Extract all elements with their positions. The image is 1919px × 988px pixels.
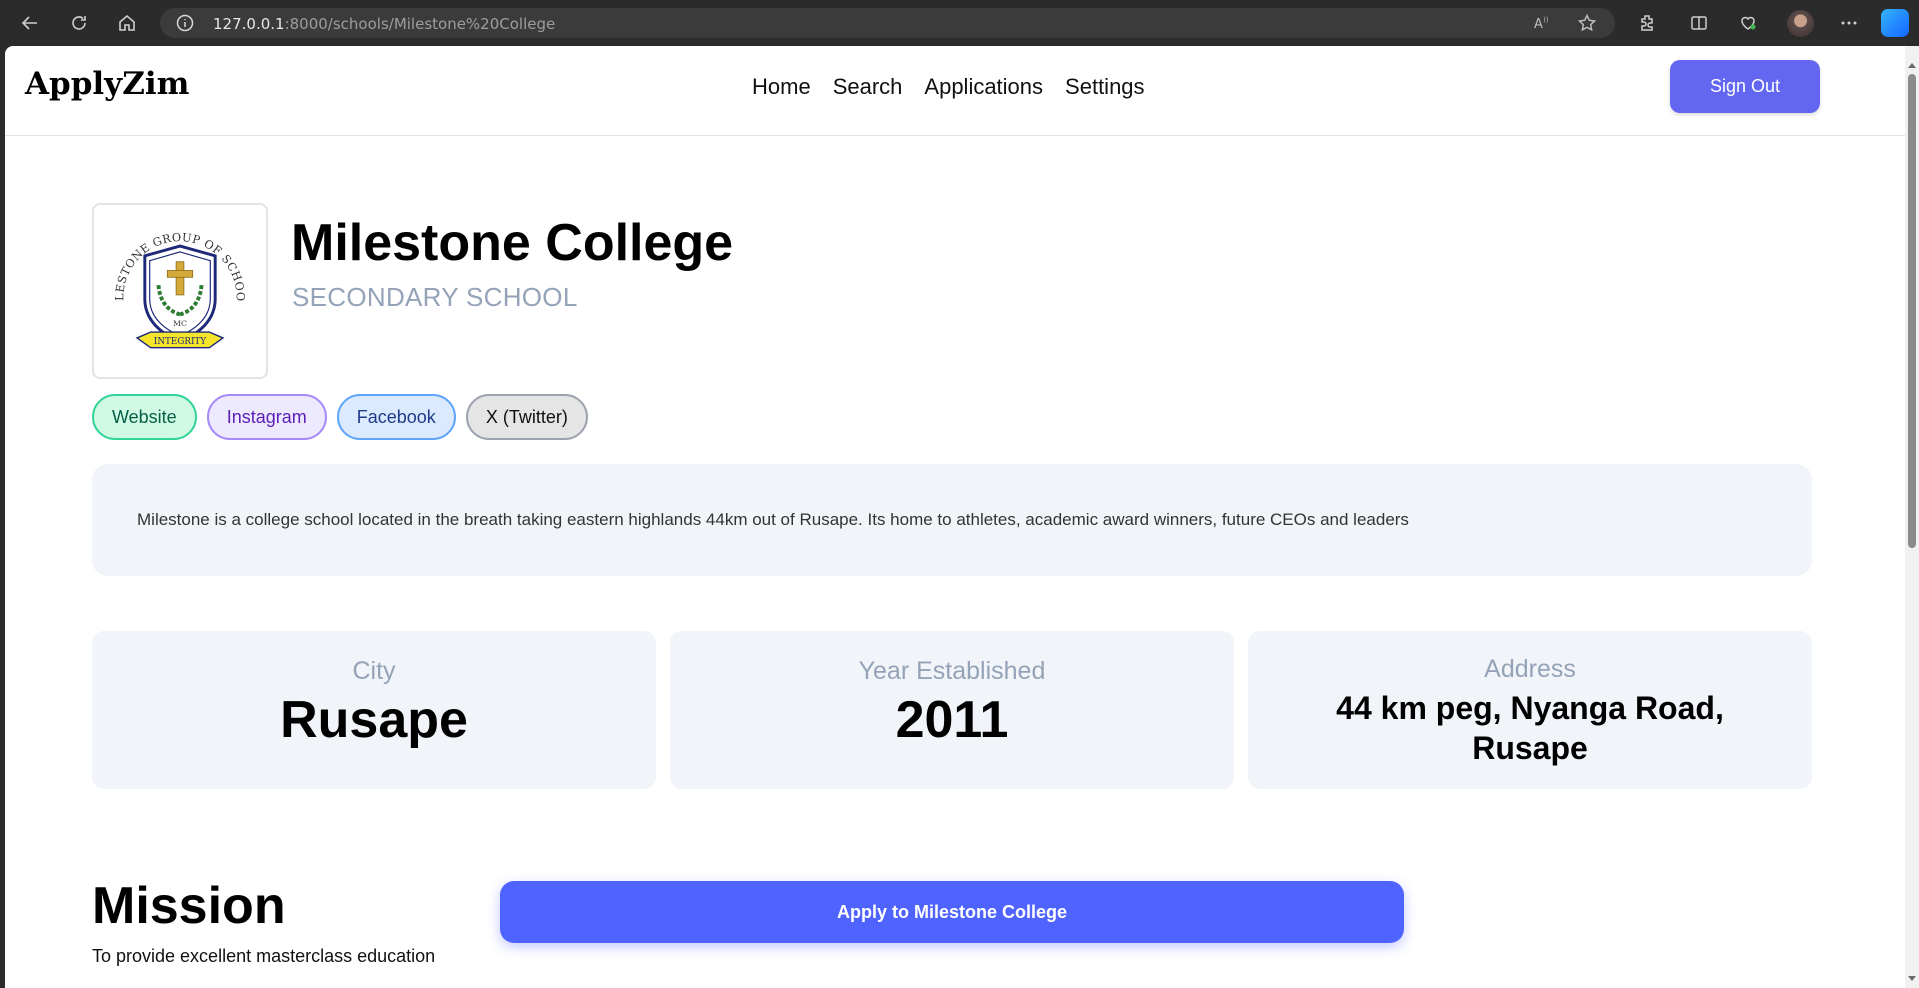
refresh-icon[interactable]: [64, 8, 94, 38]
mission-heading: Mission: [92, 877, 286, 935]
logo-motto: INTEGRITY: [154, 337, 206, 347]
scroll-up-arrow[interactable]: [1908, 63, 1916, 68]
copilot-icon[interactable]: [1881, 9, 1909, 37]
home-icon[interactable]: [112, 8, 142, 38]
instagram-link[interactable]: Instagram: [206, 394, 327, 440]
school-logo: MILESTONE GROUP OF SCHOOLS MC INTEGRITY: [88, 195, 268, 379]
info-icon[interactable]: [175, 13, 195, 33]
nav-search[interactable]: Search: [833, 74, 903, 100]
school-name: Milestone College: [291, 214, 734, 272]
nav-settings[interactable]: Settings: [1065, 74, 1145, 100]
extensions-icon[interactable]: [1632, 8, 1662, 38]
address-line-2: Rusape: [1472, 730, 1588, 766]
address-label: Address: [1484, 655, 1576, 683]
apply-button[interactable]: Apply to Milestone College: [500, 881, 1404, 943]
city-label: City: [352, 657, 396, 685]
page-scrollbar[interactable]: [1905, 46, 1919, 988]
website-link[interactable]: Website: [92, 394, 197, 440]
sign-out-button[interactable]: Sign Out: [1670, 60, 1820, 113]
city-value: Rusape: [280, 691, 468, 749]
site-navbar: ApplyZim Home Search Applications Settin…: [5, 46, 1905, 136]
nav-links: Home Search Applications Settings: [752, 74, 1145, 100]
year-value: 2011: [895, 691, 1009, 749]
twitter-link[interactable]: X (Twitter): [465, 394, 588, 440]
year-card: Year Established 2011: [670, 631, 1234, 789]
mission-text: To provide excellent masterclass educati…: [92, 946, 436, 966]
logo-initials: MC: [173, 319, 187, 328]
info-cards: City Rusape Year Established 2011 Addres…: [92, 631, 1812, 789]
address-card: Address 44 km peg, Nyanga Road, Rusape: [1248, 631, 1812, 789]
nav-home[interactable]: Home: [752, 74, 811, 100]
school-type: SECONDARY SCHOOL: [292, 282, 578, 312]
favorite-star-icon[interactable]: [1577, 13, 1597, 33]
scroll-down-arrow[interactable]: [1908, 976, 1916, 981]
city-card: City Rusape: [92, 631, 656, 789]
more-menu-icon[interactable]: [1834, 8, 1864, 38]
profile-avatar[interactable]: [1787, 10, 1814, 37]
split-screen-icon[interactable]: [1684, 8, 1714, 38]
nav-applications[interactable]: Applications: [924, 74, 1043, 100]
facebook-link[interactable]: Facebook: [336, 394, 456, 440]
svg-text:)): )): [1543, 16, 1549, 24]
brand-logo[interactable]: ApplyZim: [25, 66, 189, 102]
address-bar[interactable]: 127.0.0.1:8000/schools/Milestone%20Colle…: [160, 8, 1615, 38]
read-aloud-icon[interactable]: A)): [1532, 13, 1552, 33]
year-label: Year Established: [858, 657, 1046, 685]
page-viewport: ApplyZim Home Search Applications Settin…: [5, 46, 1919, 988]
back-icon[interactable]: [15, 8, 45, 38]
health-heart-icon[interactable]: [1733, 8, 1763, 38]
social-links: Website Instagram Facebook X (Twitter): [92, 394, 588, 440]
address-line-1: 44 km peg, Nyanga Road,: [1336, 690, 1724, 726]
school-description: Milestone is a college school located in…: [92, 464, 1812, 576]
browser-toolbar: 127.0.0.1:8000/schools/Milestone%20Colle…: [0, 0, 1919, 46]
description-text: Milestone is a college school located in…: [137, 510, 1409, 529]
scroll-thumb[interactable]: [1908, 74, 1916, 548]
url-text[interactable]: 127.0.0.1:8000/schools/Milestone%20Colle…: [213, 15, 555, 33]
svg-text:A: A: [1534, 17, 1543, 32]
